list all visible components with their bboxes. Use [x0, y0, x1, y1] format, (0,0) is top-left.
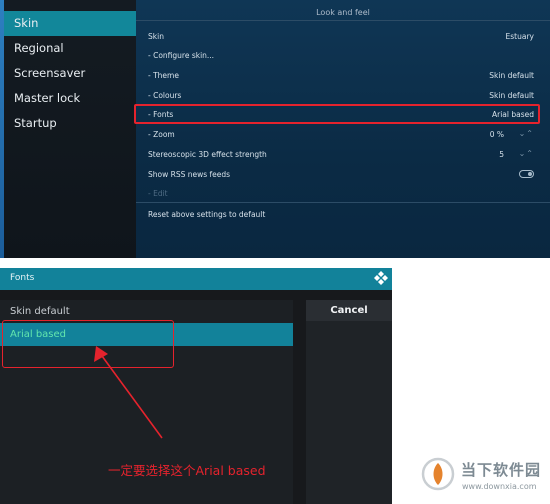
dialog-side-panel — [306, 321, 392, 504]
sidebar-item-label: Startup — [14, 116, 57, 130]
reset-settings-button[interactable]: Reset above settings to default — [136, 204, 550, 224]
setting-label: - Configure skin... — [148, 51, 215, 60]
up-down-chevron-icon[interactable]: ⌄⌃ — [519, 149, 534, 158]
divider — [136, 202, 550, 203]
up-down-chevron-icon[interactable]: ⌄⌃ — [519, 129, 534, 138]
divider — [136, 20, 550, 21]
setting-value: 0 % — [489, 130, 504, 139]
setting-label: Stereoscopic 3D effect strength — [148, 150, 267, 159]
setting-row-edit: - Edit — [136, 183, 550, 203]
setting-value: Estuary — [505, 32, 534, 41]
setting-label: Skin — [148, 32, 164, 41]
setting-value: Skin default — [489, 71, 534, 80]
sidebar-item-label: Skin — [14, 16, 39, 30]
annotation-text: 一定要选择这个Arial based — [108, 463, 266, 478]
setting-row-configure-skin[interactable]: - Configure skin... — [136, 45, 550, 65]
sidebar-item-label: Screensaver — [14, 66, 86, 80]
dialog-title: Fonts — [10, 273, 35, 283]
selection-highlight-box — [2, 320, 174, 368]
setting-row-zoom[interactable]: - Zoom 0 % ⌄⌃ — [136, 124, 550, 144]
sidebar-item-label: Master lock — [14, 91, 81, 105]
fonts-highlight-box — [134, 104, 540, 124]
dialog-header: Fonts — [0, 268, 392, 290]
settings-sidebar: Skin Regional Screensaver Master lock St… — [4, 0, 136, 258]
setting-label: Show RSS news feeds — [148, 170, 231, 179]
setting-row-stereoscopic-3d[interactable]: Stereoscopic 3D effect strength 5 ⌄⌃ — [136, 144, 550, 164]
toggle-switch-icon[interactable] — [519, 170, 534, 178]
setting-label: - Theme — [148, 71, 179, 80]
setting-row-colours[interactable]: - Colours Skin default — [136, 85, 550, 105]
kodi-logo-icon — [374, 271, 388, 285]
sidebar-item-master-lock[interactable]: Master lock — [4, 86, 136, 111]
sidebar-item-regional[interactable]: Regional — [4, 36, 136, 61]
setting-label: - Colours — [148, 91, 182, 100]
watermark-name: 当下软件园 — [461, 461, 542, 479]
sidebar-item-skin[interactable]: Skin — [4, 11, 136, 36]
watermark-url: www.downxia.com — [462, 482, 537, 491]
settings-panel: Look and feel Skin Estuary - Configure s… — [136, 0, 550, 258]
setting-value: 5 — [499, 150, 504, 159]
panel-title: Look and feel — [316, 8, 370, 17]
skin-settings-screen: Skin Regional Screensaver Master lock St… — [0, 0, 550, 258]
setting-row-rss-feeds[interactable]: Show RSS news feeds — [136, 164, 550, 184]
setting-label: - Edit — [148, 189, 168, 198]
sidebar-item-startup[interactable]: Startup — [4, 111, 136, 136]
sidebar-item-screensaver[interactable]: Screensaver — [4, 61, 136, 86]
cancel-button[interactable]: Cancel — [306, 300, 392, 321]
reset-label: Reset above settings to default — [148, 210, 266, 219]
setting-row-skin[interactable]: Skin Estuary — [136, 26, 550, 46]
setting-row-theme[interactable]: - Theme Skin default — [136, 65, 550, 85]
option-label: Skin default — [10, 306, 70, 317]
setting-value: Skin default — [489, 91, 534, 100]
setting-label: - Zoom — [148, 130, 175, 139]
sidebar-item-label: Regional — [14, 41, 64, 55]
watermark-logo-icon — [421, 457, 455, 491]
